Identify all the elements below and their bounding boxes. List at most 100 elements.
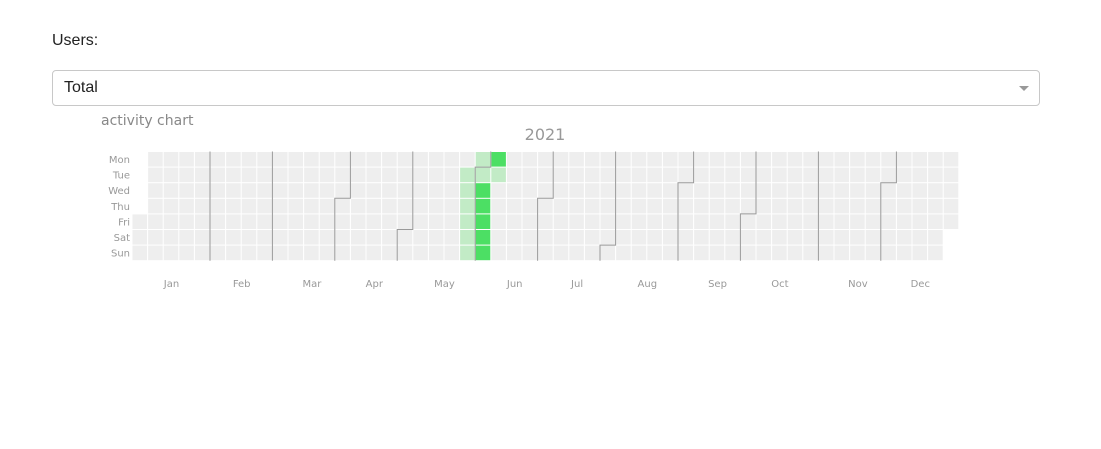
day-cell (943, 198, 959, 214)
day-cell (241, 198, 257, 214)
month-label: Jan (163, 279, 179, 290)
day-cell (803, 198, 818, 214)
day-cell (616, 198, 631, 214)
day-cell (413, 214, 428, 229)
day-label: Mon (109, 155, 130, 166)
day-cell (288, 183, 304, 198)
day-cell (194, 152, 210, 167)
day-cell (740, 245, 756, 261)
day-cell (772, 152, 787, 167)
day-cell (257, 167, 272, 183)
day-cell (241, 245, 257, 261)
day-cell (600, 167, 616, 183)
day-cell (756, 230, 772, 245)
day-label: Sat (114, 233, 130, 244)
day-label: Tue (112, 171, 130, 182)
day-labels: Mon Tue Wed Thu Fri Sat Sun (108, 155, 130, 260)
day-cell (662, 245, 678, 261)
day-cell (538, 245, 553, 261)
day-cell (756, 152, 772, 167)
day-cell (148, 214, 163, 229)
day-cell (538, 198, 553, 214)
day-label: Sun (111, 249, 130, 260)
day-cell (850, 152, 865, 167)
day-cell (350, 183, 366, 198)
day-cell (787, 183, 803, 198)
day-cell (460, 214, 475, 229)
day-cell (210, 198, 226, 214)
day-cell (881, 167, 896, 183)
day-cell (304, 152, 319, 167)
day-cell (569, 230, 584, 245)
day-cell (382, 198, 397, 214)
day-cell (740, 198, 756, 214)
month-label: Jun (506, 279, 523, 290)
day-cell (491, 230, 506, 245)
day-cell (553, 245, 569, 261)
day-cell (366, 245, 382, 261)
day-cell (912, 183, 928, 198)
day-cell (818, 167, 834, 183)
day-cell (491, 152, 506, 167)
day-cell (257, 152, 272, 167)
day-cell (506, 214, 522, 229)
day-cell (226, 245, 241, 261)
month-labels: Jan Feb Mar Apr May Jun Jul Aug Sep Oct Nov Dec (163, 279, 930, 290)
day-cell (631, 183, 647, 198)
day-cell (382, 230, 397, 245)
day-cell (694, 167, 709, 183)
day-cell (210, 230, 226, 245)
day-cell (631, 152, 647, 167)
day-cell (834, 183, 850, 198)
day-cell (787, 245, 803, 261)
day-cell (756, 198, 772, 214)
day-cell (475, 230, 491, 245)
day-cell (569, 245, 584, 261)
day-cell (818, 245, 834, 261)
day-cell (647, 183, 662, 198)
day-cell (148, 152, 163, 167)
day-cell (288, 214, 304, 229)
day-cell (818, 230, 834, 245)
day-cell (397, 230, 413, 245)
day-cell (257, 230, 272, 245)
day-cell (662, 183, 678, 198)
day-cell (538, 183, 553, 198)
day-cell (241, 214, 257, 229)
day-cell (881, 230, 896, 245)
day-cell (241, 167, 257, 183)
day-cell (647, 167, 662, 183)
month-label: Sep (708, 279, 727, 290)
day-cell (382, 152, 397, 167)
day-cell (912, 198, 928, 214)
day-cell (460, 245, 475, 261)
day-cell (725, 183, 740, 198)
day-cell (569, 214, 584, 229)
day-cell (600, 230, 616, 245)
day-cell (226, 167, 241, 183)
day-cell (428, 152, 444, 167)
day-cell (491, 183, 506, 198)
day-cell (210, 152, 226, 167)
day-cell (896, 183, 912, 198)
day-cell (647, 230, 662, 245)
day-cell (319, 214, 335, 229)
day-cell (350, 230, 366, 245)
day-cell (943, 152, 959, 167)
day-cell (241, 230, 257, 245)
day-cell (272, 152, 288, 167)
day-cell (756, 183, 772, 198)
day-cell (865, 167, 881, 183)
day-cell (584, 230, 600, 245)
day-cell (912, 230, 928, 245)
day-cell (709, 183, 725, 198)
day-cell (834, 245, 850, 261)
day-label: Wed (108, 186, 130, 197)
day-cell (553, 214, 569, 229)
day-cell (912, 167, 928, 183)
day-cell (694, 152, 709, 167)
day-cell (616, 152, 631, 167)
day-cell (335, 167, 350, 183)
day-cell (304, 214, 319, 229)
day-cell (319, 183, 335, 198)
